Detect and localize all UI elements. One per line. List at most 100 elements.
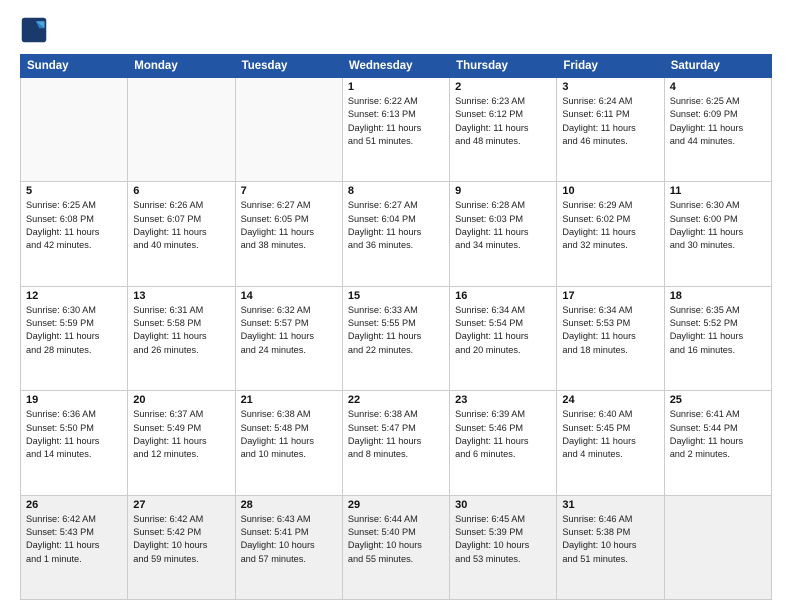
day-number: 11 [670, 185, 766, 197]
calendar-cell: 8Sunrise: 6:27 AM Sunset: 6:04 PM Daylig… [342, 182, 449, 286]
weekday-header: Monday [128, 55, 235, 78]
day-info: Sunrise: 6:42 AM Sunset: 5:43 PM Dayligh… [26, 513, 122, 566]
calendar-cell: 13 Sunrise: 6:31 AM Sunset: 5:58 PM Dayli… [128, 286, 235, 390]
calendar-cell: 5Sunrise: 6:25 AM Sunset: 6:08 PM Daylig… [21, 182, 128, 286]
calendar-week-row: 26 Sunrise: 6:42 AM Sunset: 5:43 PM Dayli… [21, 495, 772, 599]
day-info: Sunrise: 6:27 AM Sunset: 6:04 PM Dayligh… [348, 199, 444, 252]
calendar-cell: 10 Sunrise: 6:29 AM Sunset: 6:02 PM Dayli… [557, 182, 664, 286]
calendar-cell: 31 Sunrise: 6:46 AM Sunset: 5:38 PM Dayli… [557, 495, 664, 599]
calendar-cell: 2 Sunrise: 6:23 AM Sunset: 6:12 PM Daylig… [450, 78, 557, 182]
day-number: 14 [241, 290, 337, 302]
day-info: Sunrise: 6:36 AM Sunset: 5:50 PM Dayligh… [26, 408, 122, 461]
calendar-week-row: 1 Sunrise: 6:22 AM Sunset: 6:13 PM Daylig… [21, 78, 772, 182]
calendar-cell [128, 78, 235, 182]
weekday-header: Tuesday [235, 55, 342, 78]
calendar-cell [235, 78, 342, 182]
day-number: 17 [562, 290, 658, 302]
calendar-cell: 1 Sunrise: 6:22 AM Sunset: 6:13 PM Daylig… [342, 78, 449, 182]
calendar-week-row: 5Sunrise: 6:25 AM Sunset: 6:08 PM Daylig… [21, 182, 772, 286]
day-info: Sunrise: 6:37 AM Sunset: 5:49 PM Dayligh… [133, 408, 229, 461]
calendar-cell [664, 495, 771, 599]
calendar-cell: 23 Sunrise: 6:39 AM Sunset: 5:46 PM Dayli… [450, 391, 557, 495]
weekday-header: Friday [557, 55, 664, 78]
day-info: Sunrise: 6:39 AM Sunset: 5:46 PM Dayligh… [455, 408, 551, 461]
calendar-cell: 28 Sunrise: 6:43 AM Sunset: 5:41 PM Dayli… [235, 495, 342, 599]
calendar-cell: 4 Sunrise: 6:25 AM Sunset: 6:09 PM Daylig… [664, 78, 771, 182]
calendar-cell: 29 Sunrise: 6:44 AM Sunset: 5:40 PM Dayli… [342, 495, 449, 599]
day-info: Sunrise: 6:24 AM Sunset: 6:11 PM Dayligh… [562, 95, 658, 148]
day-number: 31 [562, 499, 658, 511]
day-number: 1 [348, 81, 444, 93]
day-info: Sunrise: 6:38 AM Sunset: 5:47 PM Dayligh… [348, 408, 444, 461]
calendar-cell: 20 Sunrise: 6:37 AM Sunset: 5:49 PM Dayli… [128, 391, 235, 495]
calendar-cell: 3 Sunrise: 6:24 AM Sunset: 6:11 PM Daylig… [557, 78, 664, 182]
day-number: 19 [26, 394, 122, 406]
day-info: Sunrise: 6:38 AM Sunset: 5:48 PM Dayligh… [241, 408, 337, 461]
header [20, 16, 772, 44]
day-info: Sunrise: 6:44 AM Sunset: 5:40 PM Dayligh… [348, 513, 444, 566]
calendar-cell: 14 Sunrise: 6:32 AM Sunset: 5:57 PM Dayli… [235, 286, 342, 390]
calendar-cell: 12 Sunrise: 6:30 AM Sunset: 5:59 PM Dayli… [21, 286, 128, 390]
page: SundayMondayTuesdayWednesdayThursdayFrid… [0, 0, 792, 612]
day-info: Sunrise: 6:42 AM Sunset: 5:42 PM Dayligh… [133, 513, 229, 566]
day-number: 21 [241, 394, 337, 406]
day-info: Sunrise: 6:40 AM Sunset: 5:45 PM Dayligh… [562, 408, 658, 461]
day-info: Sunrise: 6:41 AM Sunset: 5:44 PM Dayligh… [670, 408, 766, 461]
day-info: Sunrise: 6:28 AM Sunset: 6:03 PM Dayligh… [455, 199, 551, 252]
day-info: Sunrise: 6:22 AM Sunset: 6:13 PM Dayligh… [348, 95, 444, 148]
day-info: Sunrise: 6:25 AM Sunset: 6:08 PM Dayligh… [26, 199, 122, 252]
weekday-header: Saturday [664, 55, 771, 78]
weekday-header-row: SundayMondayTuesdayWednesdayThursdayFrid… [21, 55, 772, 78]
day-number: 10 [562, 185, 658, 197]
day-number: 9 [455, 185, 551, 197]
day-info: Sunrise: 6:30 AM Sunset: 6:00 PM Dayligh… [670, 199, 766, 252]
day-info: Sunrise: 6:31 AM Sunset: 5:58 PM Dayligh… [133, 304, 229, 357]
calendar-cell: 7Sunrise: 6:27 AM Sunset: 6:05 PM Daylig… [235, 182, 342, 286]
weekday-header: Wednesday [342, 55, 449, 78]
calendar-cell: 6Sunrise: 6:26 AM Sunset: 6:07 PM Daylig… [128, 182, 235, 286]
day-number: 28 [241, 499, 337, 511]
day-number: 24 [562, 394, 658, 406]
day-number: 4 [670, 81, 766, 93]
day-number: 20 [133, 394, 229, 406]
day-number: 18 [670, 290, 766, 302]
day-info: Sunrise: 6:46 AM Sunset: 5:38 PM Dayligh… [562, 513, 658, 566]
calendar-cell: 26 Sunrise: 6:42 AM Sunset: 5:43 PM Dayli… [21, 495, 128, 599]
day-number: 26 [26, 499, 122, 511]
calendar-cell: 30Sunrise: 6:45 AM Sunset: 5:39 PM Dayli… [450, 495, 557, 599]
calendar-cell: 15 Sunrise: 6:33 AM Sunset: 5:55 PM Dayli… [342, 286, 449, 390]
calendar-cell: 16 Sunrise: 6:34 AM Sunset: 5:54 PM Dayli… [450, 286, 557, 390]
day-number: 29 [348, 499, 444, 511]
day-number: 27 [133, 499, 229, 511]
calendar-cell: 24 Sunrise: 6:40 AM Sunset: 5:45 PM Dayli… [557, 391, 664, 495]
day-info: Sunrise: 6:34 AM Sunset: 5:54 PM Dayligh… [455, 304, 551, 357]
day-info: Sunrise: 6:27 AM Sunset: 6:05 PM Dayligh… [241, 199, 337, 252]
day-info: Sunrise: 6:34 AM Sunset: 5:53 PM Dayligh… [562, 304, 658, 357]
day-info: Sunrise: 6:43 AM Sunset: 5:41 PM Dayligh… [241, 513, 337, 566]
day-info: Sunrise: 6:32 AM Sunset: 5:57 PM Dayligh… [241, 304, 337, 357]
weekday-header: Sunday [21, 55, 128, 78]
day-number: 3 [562, 81, 658, 93]
day-info: Sunrise: 6:30 AM Sunset: 5:59 PM Dayligh… [26, 304, 122, 357]
calendar-cell: 18 Sunrise: 6:35 AM Sunset: 5:52 PM Dayli… [664, 286, 771, 390]
day-number: 23 [455, 394, 551, 406]
day-info: Sunrise: 6:23 AM Sunset: 6:12 PM Dayligh… [455, 95, 551, 148]
day-number: 13 [133, 290, 229, 302]
day-number: 16 [455, 290, 551, 302]
calendar-cell: 17 Sunrise: 6:34 AM Sunset: 5:53 PM Dayli… [557, 286, 664, 390]
day-info: Sunrise: 6:25 AM Sunset: 6:09 PM Dayligh… [670, 95, 766, 148]
day-number: 22 [348, 394, 444, 406]
calendar-week-row: 12 Sunrise: 6:30 AM Sunset: 5:59 PM Dayli… [21, 286, 772, 390]
day-number: 2 [455, 81, 551, 93]
calendar-cell: 27 Sunrise: 6:42 AM Sunset: 5:42 PM Dayli… [128, 495, 235, 599]
calendar-cell: 22 Sunrise: 6:38 AM Sunset: 5:47 PM Dayli… [342, 391, 449, 495]
day-info: Sunrise: 6:35 AM Sunset: 5:52 PM Dayligh… [670, 304, 766, 357]
day-number: 12 [26, 290, 122, 302]
calendar: SundayMondayTuesdayWednesdayThursdayFrid… [20, 54, 772, 600]
day-number: 15 [348, 290, 444, 302]
day-info: Sunrise: 6:29 AM Sunset: 6:02 PM Dayligh… [562, 199, 658, 252]
calendar-cell [21, 78, 128, 182]
calendar-cell: 19 Sunrise: 6:36 AM Sunset: 5:50 PM Dayli… [21, 391, 128, 495]
day-info: Sunrise: 6:33 AM Sunset: 5:55 PM Dayligh… [348, 304, 444, 357]
day-number: 25 [670, 394, 766, 406]
